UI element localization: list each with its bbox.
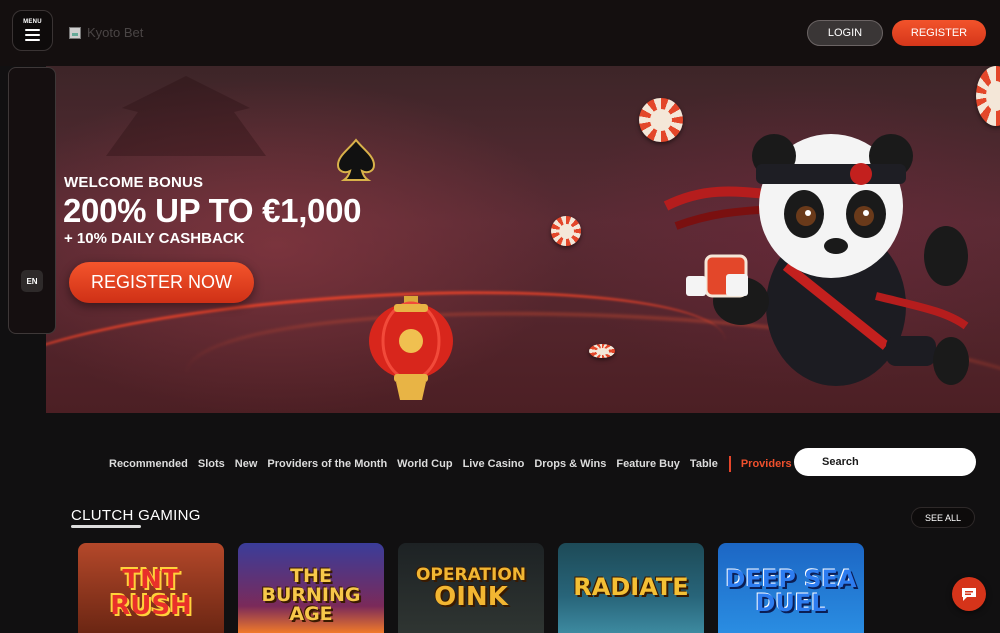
language-selector[interactable]: EN [21, 270, 43, 292]
game-title: TNT RUSH [110, 565, 192, 621]
lantern-icon [369, 296, 453, 400]
game-title: OPERATION OINK [415, 565, 527, 612]
poker-chip-icon [589, 344, 615, 358]
hero-banner[interactable]: WELCOME BONUS 200% UP TO €1,000 + 10% DA… [46, 66, 1000, 413]
spade-icon [336, 138, 376, 181]
game-title: DEEP SEA DUEL [725, 565, 857, 617]
broken-image-icon [69, 26, 81, 39]
tab-providers[interactable]: Providers [741, 458, 792, 470]
game-list: TNT RUSH THE BURNING AGE OPERATION OINK … [78, 543, 864, 633]
tab-table[interactable]: Table [690, 458, 718, 470]
game-title: THE BURNING AGE [261, 565, 361, 625]
register-now-button[interactable]: REGISTER NOW [69, 262, 254, 303]
tab-world-cup[interactable]: World Cup [397, 458, 452, 470]
game-card-deep-sea-duel[interactable]: DEEP SEA DUEL [718, 543, 864, 633]
chat-icon [962, 588, 976, 601]
bonus-amount: 200% UP TO €1,000 [63, 192, 362, 229]
live-chat-button[interactable] [952, 577, 986, 611]
tab-drops-and-wins[interactable]: Drops & Wins [534, 458, 606, 470]
hamburger-icon [25, 29, 40, 31]
side-rail: EN [8, 67, 56, 334]
bonus-headline: WELCOME BONUS [64, 174, 204, 191]
tab-feature-buy[interactable]: Feature Buy [616, 458, 680, 470]
game-title: RADIATE [573, 573, 689, 601]
game-card-the-burning-age[interactable]: THE BURNING AGE [238, 543, 384, 633]
category-nav: Recommended Slots New Providers of the M… [109, 456, 792, 472]
bonus-cashback: + 10% DAILY CASHBACK [64, 230, 245, 247]
section-underline [71, 525, 141, 528]
menu-label: MENU [23, 18, 42, 25]
search-input[interactable] [794, 448, 976, 476]
poker-chip-icon [976, 66, 1000, 126]
game-card-tnt-rush[interactable]: TNT RUSH [78, 543, 224, 633]
logo-alt-text: Kyoto Bet [87, 25, 144, 40]
register-button[interactable]: REGISTER [892, 20, 986, 46]
nav-divider [728, 456, 731, 472]
section-title: CLUTCH GAMING [71, 507, 201, 524]
poker-chip-icon [551, 216, 581, 246]
top-header: MENU Kyoto Bet LOGIN REGISTER [0, 0, 1000, 66]
tab-new[interactable]: New [235, 458, 258, 470]
panda-ninja-mascot [663, 134, 969, 386]
game-card-radiate[interactable]: RADIATE [558, 543, 704, 633]
tab-slots[interactable]: Slots [198, 458, 225, 470]
tab-recommended[interactable]: Recommended [109, 458, 188, 470]
site-logo[interactable]: Kyoto Bet [69, 25, 143, 40]
tab-live-casino[interactable]: Live Casino [463, 458, 525, 470]
see-all-button[interactable]: SEE ALL [911, 507, 975, 528]
menu-button[interactable]: MENU [12, 10, 53, 51]
tab-providers-of-the-month[interactable]: Providers of the Month [267, 458, 387, 470]
login-button[interactable]: LOGIN [807, 20, 883, 46]
pagoda-silhouette [106, 76, 266, 156]
game-card-operation-oink[interactable]: OPERATION OINK [398, 543, 544, 633]
